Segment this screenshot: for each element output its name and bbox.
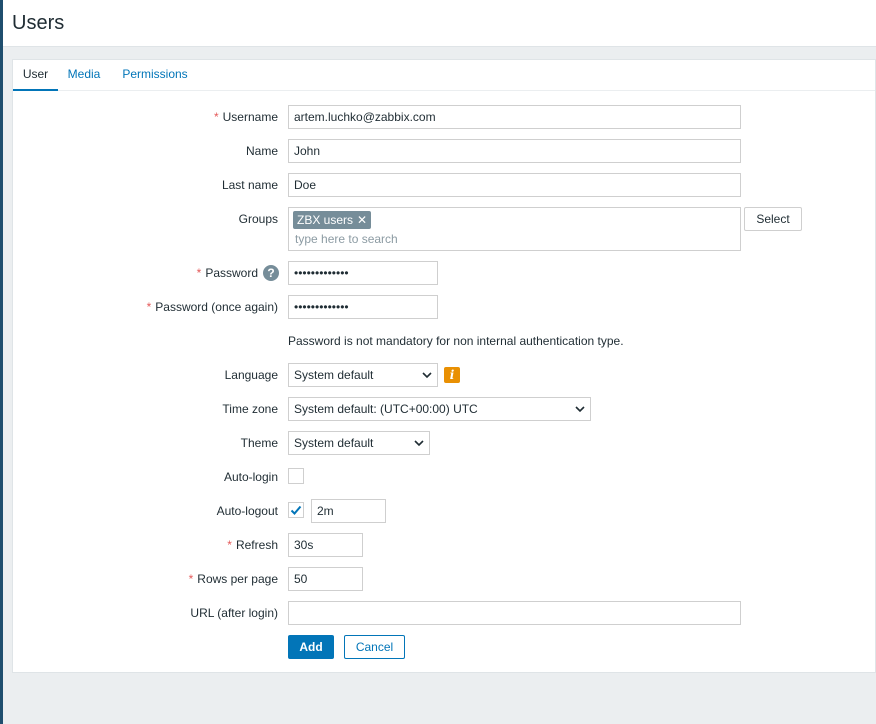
cancel-button[interactable]: Cancel xyxy=(344,635,405,659)
groups-search-placeholder[interactable]: type here to search xyxy=(295,232,398,246)
auto-logout-checkbox[interactable] xyxy=(288,502,304,518)
chevron-down-icon xyxy=(575,406,585,413)
language-select[interactable]: System default xyxy=(288,363,438,387)
tab-permissions[interactable]: Permissions xyxy=(117,60,193,91)
group-chip-label: ZBX users xyxy=(297,213,354,227)
last-name-label: Last name xyxy=(221,178,278,192)
password-label: * Password xyxy=(196,266,258,280)
group-chip: ZBX users ✕ xyxy=(293,211,372,229)
theme-label: Theme xyxy=(240,436,278,450)
page-title: Users xyxy=(12,12,65,34)
groups-select-button[interactable]: Select xyxy=(744,207,802,231)
close-icon[interactable]: ✕ xyxy=(357,213,367,227)
theme-value: System default xyxy=(294,436,374,450)
auto-logout-label: Auto-logout xyxy=(216,504,278,518)
left-sidebar-edge xyxy=(0,0,3,724)
groups-label: Groups xyxy=(238,212,278,226)
chevron-down-icon xyxy=(422,372,432,379)
page-header: Users xyxy=(3,0,876,47)
theme-select[interactable]: System default xyxy=(288,431,430,455)
time-zone-label: Time zone xyxy=(222,402,278,416)
add-button[interactable]: Add xyxy=(288,635,334,659)
refresh-input[interactable]: 30s xyxy=(288,533,363,557)
tab-media[interactable]: Media xyxy=(63,60,105,91)
name-label: Name xyxy=(245,144,278,158)
tab-user[interactable]: User xyxy=(13,60,58,91)
username-input[interactable]: artem.luchko@zabbix.com xyxy=(288,105,741,129)
info-icon[interactable]: i xyxy=(444,367,460,383)
password-input[interactable]: ••••••••••••• xyxy=(288,261,438,285)
rows-per-page-label: * Rows per page xyxy=(188,572,278,586)
name-input[interactable]: John xyxy=(288,139,741,163)
password-again-input[interactable]: ••••••••••••• xyxy=(288,295,438,319)
time-zone-value: System default: (UTC+00:00) UTC xyxy=(294,402,478,416)
groups-multiselect[interactable]: ZBX users ✕ type here to search xyxy=(288,207,741,251)
url-after-login-label: URL (after login) xyxy=(190,606,278,620)
last-name-input[interactable]: Doe xyxy=(288,173,741,197)
username-label: * Username xyxy=(213,110,278,124)
user-form-panel: User Media Permissions * Username artem.l… xyxy=(12,59,876,673)
chevron-down-icon xyxy=(414,440,424,447)
checkmark-icon xyxy=(290,505,302,515)
auto-login-checkbox[interactable] xyxy=(288,468,304,484)
password-again-label: * Password (once again) xyxy=(146,300,278,314)
refresh-label: * Refresh xyxy=(227,538,278,552)
url-after-login-input[interactable] xyxy=(288,601,741,625)
language-value: System default xyxy=(294,368,374,382)
auto-login-label: Auto-login xyxy=(223,470,278,484)
time-zone-select[interactable]: System default: (UTC+00:00) UTC xyxy=(288,397,591,421)
password-note: Password is not mandatory for non intern… xyxy=(288,334,624,348)
tab-bar: User Media Permissions xyxy=(13,60,875,91)
question-mark-icon[interactable]: ? xyxy=(263,265,279,281)
rows-per-page-input[interactable]: 50 xyxy=(288,567,363,591)
auto-logout-input[interactable]: 2m xyxy=(311,499,386,523)
language-label: Language xyxy=(224,368,278,382)
